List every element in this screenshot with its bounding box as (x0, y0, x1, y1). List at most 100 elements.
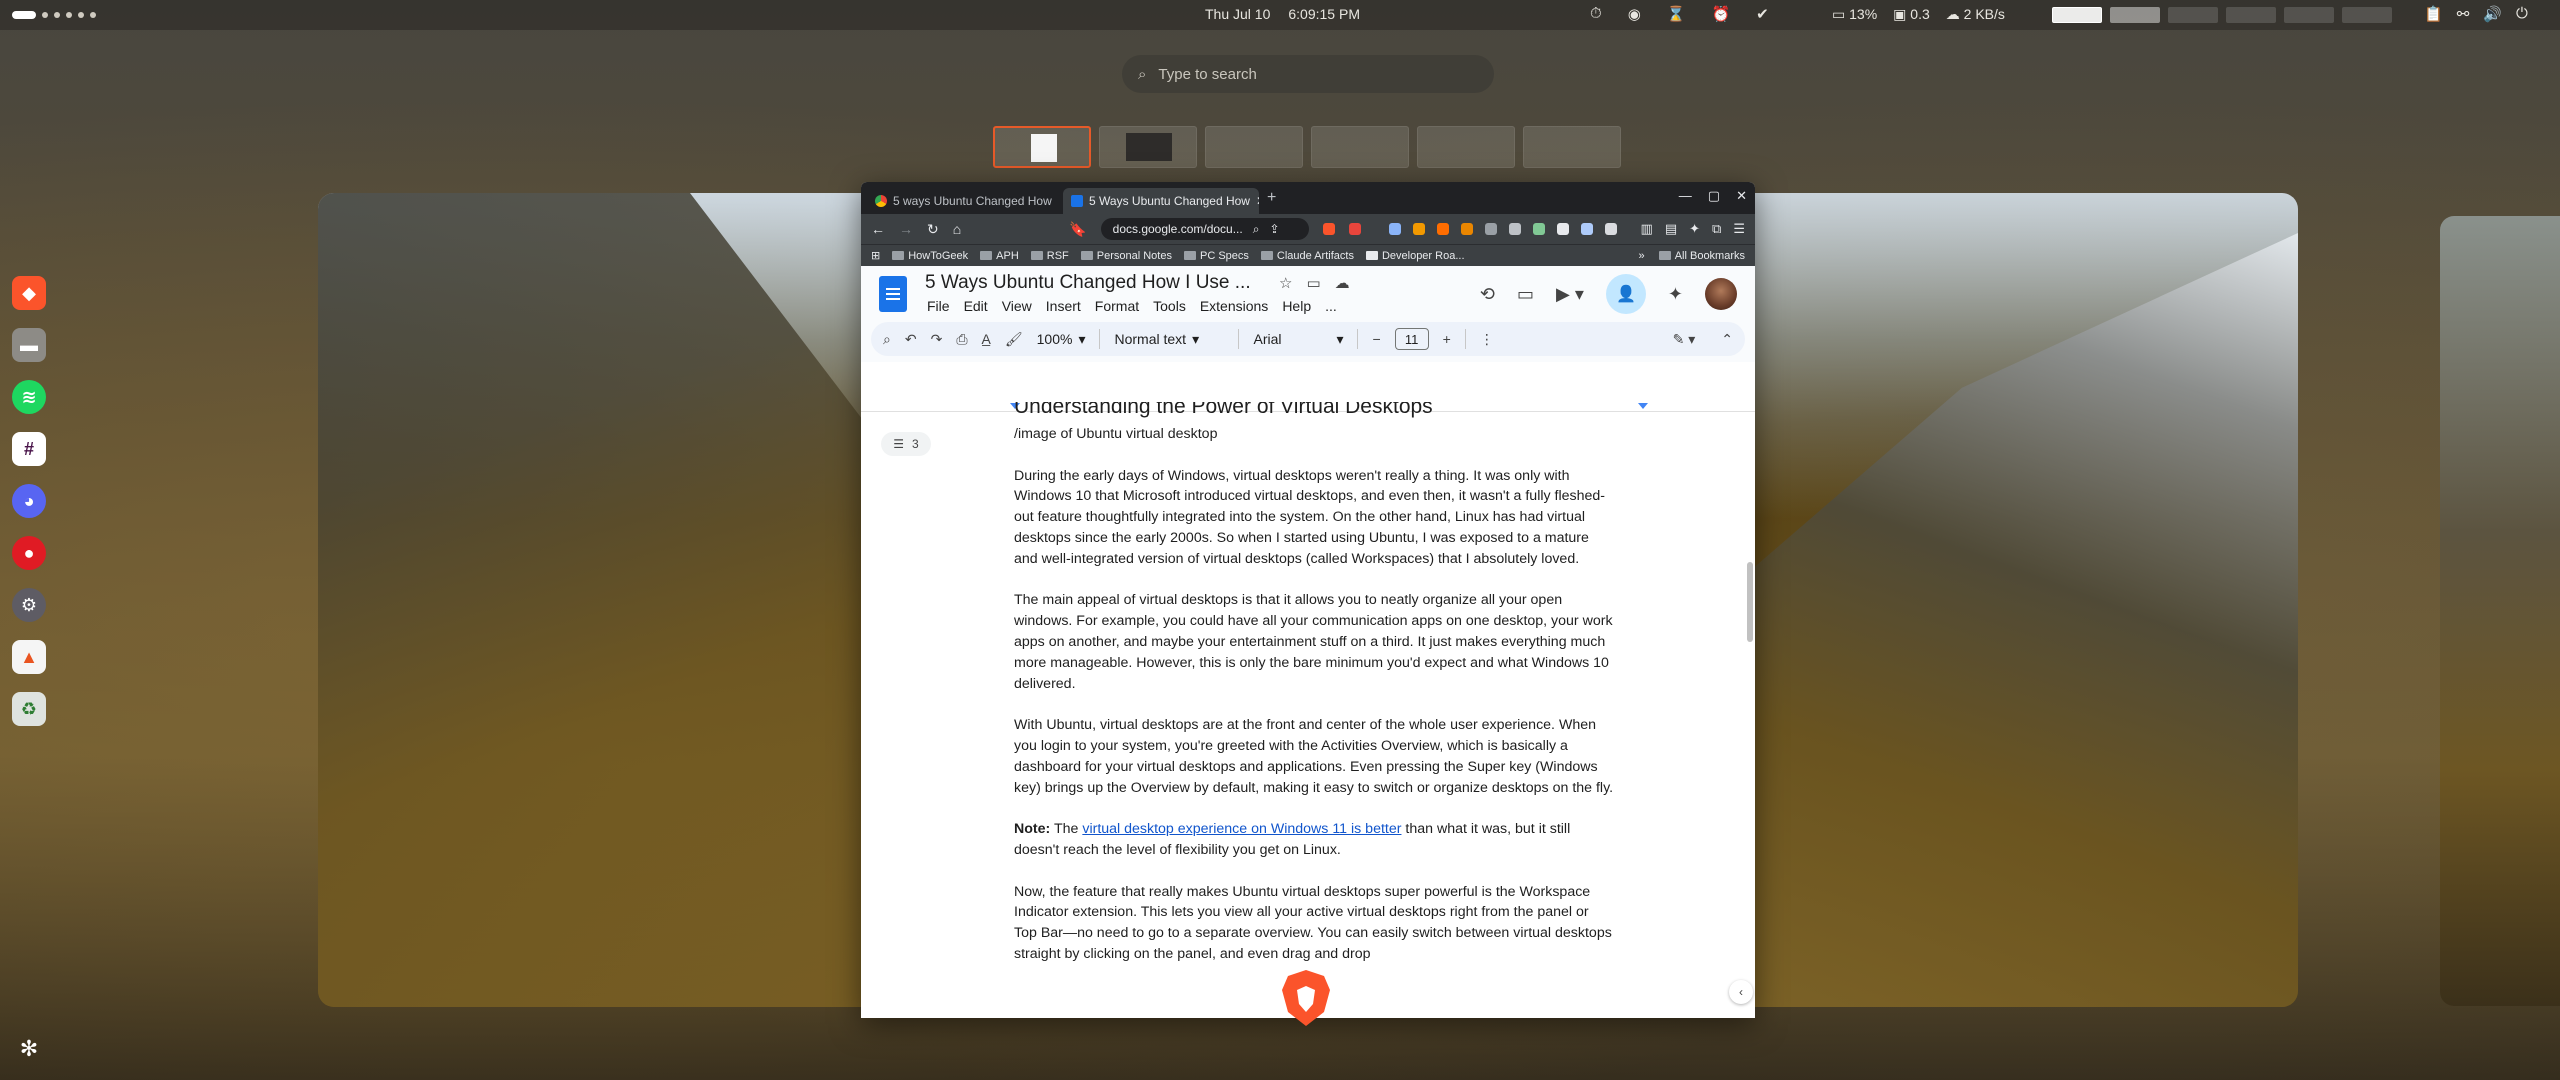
tab-docs-2[interactable]: 5 Ways Ubuntu Changed How ✕ (1063, 188, 1259, 214)
meet-icon[interactable]: ▶ ▾ (1556, 284, 1584, 305)
maximize-icon[interactable]: ▢ (1708, 188, 1720, 204)
extension-icon[interactable] (1436, 223, 1449, 235)
cloud-saved-icon[interactable]: ☁ (1335, 274, 1350, 292)
extension-icon[interactable] (1412, 223, 1425, 235)
extension-icon[interactable] (1460, 223, 1473, 235)
incognito-icon[interactable]: ◉ (1628, 5, 1641, 23)
close-tab-icon[interactable]: ✕ (1256, 194, 1259, 208)
search-menus-icon[interactable]: ⌕ (883, 331, 891, 348)
extensions-icon[interactable]: ⧉ (1712, 221, 1721, 237)
apps-grid-icon[interactable]: ⊞ (871, 249, 880, 262)
brave-rewards-icon[interactable] (1348, 223, 1361, 235)
system-menu[interactable]: 📋 ⚯ 🔊 ⏻ (2424, 5, 2528, 23)
workspace-box-3[interactable] (2168, 7, 2218, 23)
share-icon[interactable]: ⇪ (1269, 222, 1279, 236)
style-select[interactable]: Normal text ▾ (1114, 331, 1224, 348)
system-stats[interactable]: ▭ 13% ▣ 0.3 ☁ 2 KB/s (1832, 6, 2005, 23)
workspace-thumbnail-2[interactable] (1099, 126, 1197, 168)
menu-more[interactable]: ... (1325, 298, 1337, 314)
alarm-icon[interactable]: ⏰ (1711, 5, 1730, 23)
decrease-font-icon[interactable]: − (1372, 331, 1380, 347)
bookmark-rsf[interactable]: RSF (1030, 250, 1069, 262)
activities-indicator[interactable] (12, 8, 96, 22)
leo-icon[interactable]: ✦ (1689, 221, 1700, 237)
document-outline-button[interactable]: ☰ 3 (881, 432, 931, 456)
zoom-select[interactable]: 100% ▾ (1037, 331, 1086, 348)
extension-icon[interactable] (1388, 223, 1401, 235)
timer-icon[interactable]: ⏱ (1590, 5, 1602, 23)
menu-icon[interactable]: ☰ (1733, 221, 1745, 237)
browser-window[interactable]: 5 ways Ubuntu Changed How 5 Ways Ubuntu … (861, 182, 1755, 1018)
reload-icon[interactable]: ↻ (927, 221, 939, 238)
settings-icon[interactable]: ⚙ (12, 588, 46, 622)
app-center-icon[interactable]: ▲ (12, 640, 46, 674)
workspace-thumbnail-4[interactable] (1311, 126, 1409, 168)
address-bar[interactable]: docs.google.com/docu... ⌕ ⇪ (1100, 218, 1309, 240)
all-bookmarks[interactable]: » All Bookmarks (1638, 250, 1745, 262)
extension-icon[interactable] (1604, 223, 1617, 235)
avatar[interactable] (1705, 278, 1737, 310)
brave-icon[interactable]: ◆ (12, 276, 46, 310)
more-options-icon[interactable]: ⋮ (1480, 331, 1494, 348)
redo-icon[interactable]: ↷ (931, 331, 943, 348)
extension-icon[interactable] (1532, 223, 1545, 235)
files-icon[interactable]: ▬ (12, 328, 46, 362)
tab-docs-1[interactable]: 5 ways Ubuntu Changed How (867, 188, 1063, 214)
windows-11-link[interactable]: virtual desktop experience on Windows 11… (1082, 821, 1401, 837)
version-history-icon[interactable]: ⟲ (1480, 284, 1495, 305)
document-page[interactable]: Understanding the Power of Virtual Deskt… (1014, 402, 1614, 965)
home-icon[interactable]: ⌂ (953, 221, 961, 237)
extension-icon[interactable] (1556, 223, 1569, 235)
bookmark-icon[interactable]: 🔖 (1069, 221, 1086, 238)
brave-shields-icon[interactable] (1322, 223, 1335, 235)
workspace-thumbnail-3[interactable] (1205, 126, 1303, 168)
trash-icon[interactable]: ♻ (12, 692, 46, 726)
workspace-box-2[interactable] (2110, 7, 2160, 23)
close-icon[interactable]: ✕ (1736, 188, 1747, 204)
show-apps-icon[interactable]: ✻ (14, 1034, 44, 1064)
clock[interactable]: Thu Jul 10 6:09:15 PM (1205, 6, 1378, 22)
extension-icon[interactable] (1580, 223, 1593, 235)
menu-insert[interactable]: Insert (1046, 298, 1081, 314)
brave-window-icon[interactable] (1280, 968, 1332, 1028)
bookmark-pc-specs[interactable]: PC Specs (1183, 250, 1249, 262)
forward-icon[interactable]: → (899, 221, 913, 237)
paint-format-icon[interactable]: 🖌 (1005, 331, 1023, 348)
font-size-input[interactable]: 11 (1394, 328, 1429, 350)
side-panel-toggle-icon[interactable]: ‹ (1729, 980, 1753, 1004)
bookmark-aph[interactable]: APH (980, 250, 1019, 262)
undo-icon[interactable]: ↶ (905, 331, 917, 348)
menu-file[interactable]: File (927, 298, 950, 314)
comments-icon[interactable]: ▭ (1517, 284, 1534, 305)
editing-mode-icon[interactable]: ✎ ▾ (1673, 331, 1696, 348)
checkmark-icon[interactable]: ✔ (1756, 5, 1769, 23)
spellcheck-icon[interactable]: A̲ (982, 331, 991, 347)
move-folder-icon[interactable]: ▭ (1306, 274, 1320, 292)
menu-view[interactable]: View (1002, 298, 1032, 314)
bookmark-developer-roadmap[interactable]: Developer Roa... (1365, 250, 1465, 262)
menu-extensions[interactable]: Extensions (1200, 298, 1268, 314)
document-title[interactable]: 5 Ways Ubuntu Changed How I Use ... (925, 272, 1251, 294)
minimize-icon[interactable]: — (1679, 188, 1692, 204)
document-canvas[interactable]: ☰ 3 Understanding the Power of Virtual D… (861, 402, 1755, 1018)
slack-icon[interactable]: # (12, 432, 46, 466)
gemini-icon[interactable]: ✦ (1668, 284, 1683, 305)
workspace-thumbnail-5[interactable] (1417, 126, 1515, 168)
print-icon[interactable]: ⎙ (956, 331, 967, 348)
bookmark-howtogeek[interactable]: HowToGeek (892, 250, 968, 262)
zoom-icon[interactable]: ⌕ (1253, 222, 1260, 237)
spotify-icon[interactable]: ≋ (12, 380, 46, 414)
next-workspace-preview[interactable] (2440, 216, 2560, 1006)
wallet-icon[interactable]: ▤ (1665, 221, 1677, 237)
workspace-thumbnail-1[interactable] (993, 126, 1091, 168)
share-button[interactable]: 👤 (1605, 274, 1646, 314)
collapse-menus-icon[interactable]: ⌃ (1721, 331, 1733, 348)
docs-logo-icon[interactable] (879, 276, 907, 312)
hourglass-icon[interactable]: ⌛ (1667, 5, 1686, 23)
workspace-box-6[interactable] (2342, 7, 2392, 23)
search-input[interactable]: ⌕ Type to search (1122, 55, 1494, 93)
increase-font-icon[interactable]: + (1443, 331, 1451, 347)
bookmark-personal-notes[interactable]: Personal Notes (1080, 250, 1172, 262)
extension-icon[interactable] (1484, 223, 1497, 235)
sidebar-icon[interactable]: ▥ (1641, 221, 1653, 237)
